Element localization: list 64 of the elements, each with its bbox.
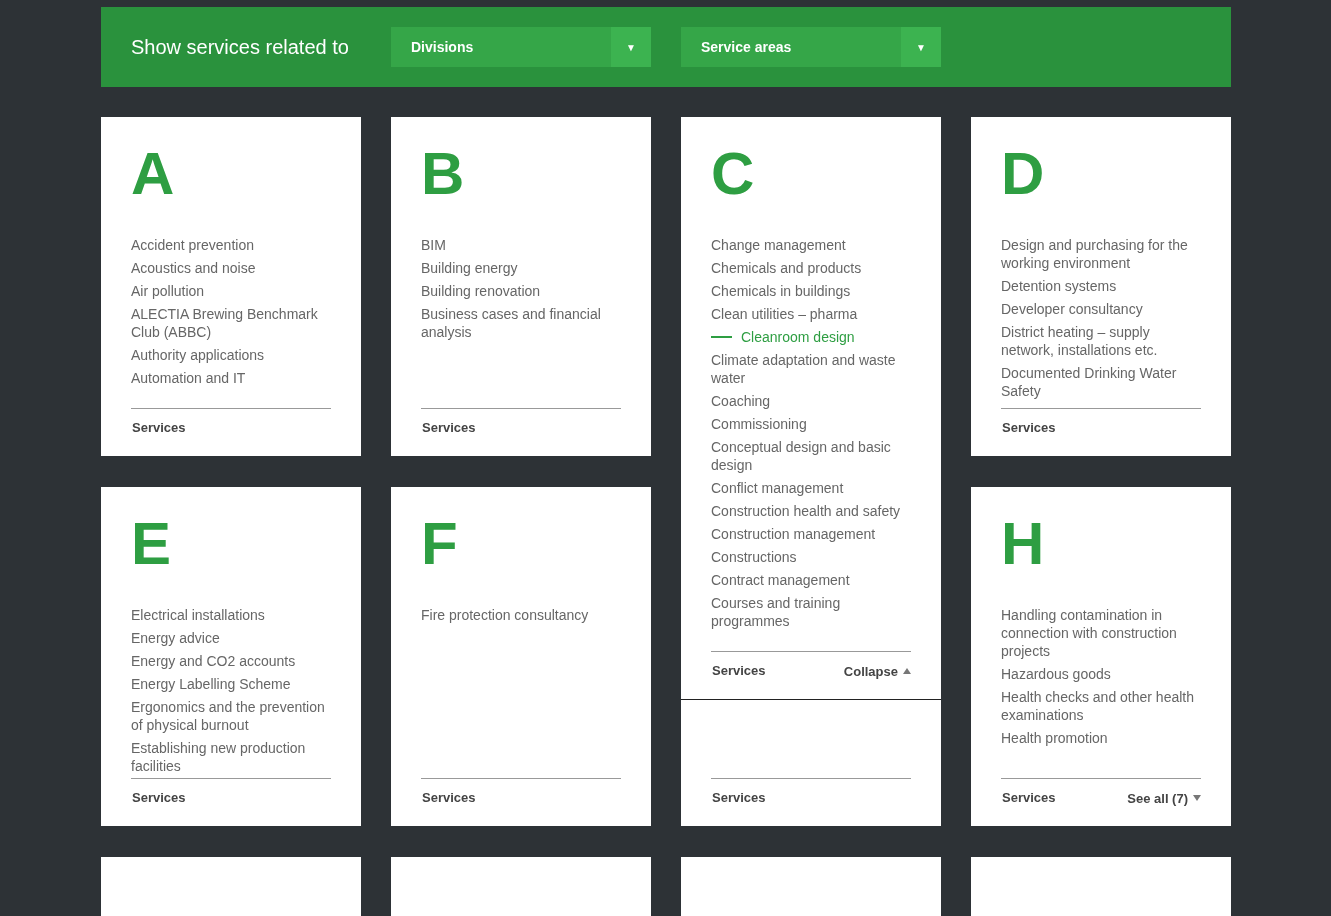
services-link[interactable]: Services [131, 420, 186, 436]
service-link[interactable]: Developer consultancy [1001, 300, 1201, 318]
triangle-down-icon [1193, 795, 1201, 801]
service-link[interactable]: District heating – supply network, installations etc. [1001, 323, 1201, 359]
service-link[interactable]: Clean utilities – pharma [711, 305, 911, 323]
services-link[interactable]: Services [131, 790, 186, 806]
service-link[interactable]: Conceptual design and basic design [711, 438, 911, 474]
service-link[interactable]: Fire protection consultancy [421, 606, 621, 624]
service-link[interactable]: Energy advice [131, 629, 331, 647]
services-link[interactable]: Services [421, 790, 476, 806]
service-link[interactable]: Handling contamination in connection with construction projects [1001, 606, 1201, 660]
card-letter: B [421, 144, 465, 204]
service-link[interactable]: Conflict management [711, 479, 911, 497]
services-link[interactable]: Services [1001, 790, 1056, 806]
card-letter: A [131, 144, 175, 204]
service-link[interactable]: Building renovation [421, 282, 621, 300]
dropdown[interactable]: Service areas ▼ [681, 27, 941, 67]
service-link[interactable]: Air pollution [131, 282, 331, 300]
service-link[interactable]: Energy Labelling Scheme [131, 675, 331, 693]
services-link[interactable]: Services [711, 790, 766, 806]
service-link[interactable]: Hazardous goods [1001, 665, 1201, 683]
service-link[interactable]: Building energy [421, 259, 621, 277]
service-link[interactable]: Chemicals in buildings [711, 282, 911, 300]
selected-line-icon [711, 336, 732, 338]
card-letter: E [131, 514, 172, 574]
service-link[interactable]: Automation and IT [131, 369, 331, 387]
card-letter: H [1001, 514, 1045, 574]
toggle-link[interactable]: Collapse [843, 663, 911, 679]
service-link[interactable]: Construction health and safety [711, 502, 911, 520]
dropdown[interactable]: Divisions ▼ [391, 27, 651, 67]
service-link[interactable]: Design and purchasing for the working environment [1001, 236, 1201, 272]
service-link[interactable]: Chemicals and products [711, 259, 911, 277]
service-link[interactable]: Acoustics and noise [131, 259, 331, 277]
service-link[interactable]: Ergonomics and the prevention of physical burnout [131, 698, 331, 734]
service-link[interactable]: Establishing new production facilities [131, 739, 331, 775]
card-letter: C [711, 144, 755, 204]
card-letter: F [421, 514, 458, 574]
service-link[interactable]: BIM [421, 236, 621, 254]
service-link[interactable]: ALECTIA Brewing Benchmark Club (ABBC) [131, 305, 331, 341]
service-link[interactable]: Health checks and other health examinations [1001, 688, 1201, 724]
service-link[interactable]: Health promotion [1001, 729, 1201, 747]
service-link[interactable]: Electrical installations [131, 606, 331, 624]
service-link[interactable]: Business cases and financial analysis [421, 305, 621, 341]
triangle-up-icon [903, 668, 911, 674]
service-link[interactable]: Commissioning [711, 415, 911, 433]
services-link[interactable]: Services [421, 420, 476, 436]
service-link[interactable]: Energy and CO2 accounts [131, 652, 331, 670]
service-link[interactable]: Contract management [711, 571, 911, 589]
service-link[interactable]: Detention systems [1001, 277, 1201, 295]
service-link[interactable]: Climate adaptation and waste water [711, 351, 911, 387]
services-link[interactable]: Services [1001, 420, 1056, 436]
service-link[interactable]: Accident prevention [131, 236, 331, 254]
service-link[interactable]: Construction management [711, 525, 911, 543]
card-letter: D [1001, 144, 1045, 204]
service-link[interactable]: Courses and training programmes [711, 594, 911, 630]
service-link[interactable]: Coaching [711, 392, 911, 410]
filter-title: Show services related to [130, 35, 350, 59]
services-link[interactable]: Services [711, 663, 766, 679]
service-link[interactable]: Cleanroom design [711, 328, 911, 346]
service-link[interactable]: Constructions [711, 548, 911, 566]
service-link[interactable]: Change management [711, 236, 911, 254]
service-link[interactable]: Documented Drinking Water Safety [1001, 364, 1201, 400]
service-link[interactable]: Authority applications [131, 346, 331, 364]
toggle-link[interactable]: See all (7) [1127, 790, 1201, 806]
